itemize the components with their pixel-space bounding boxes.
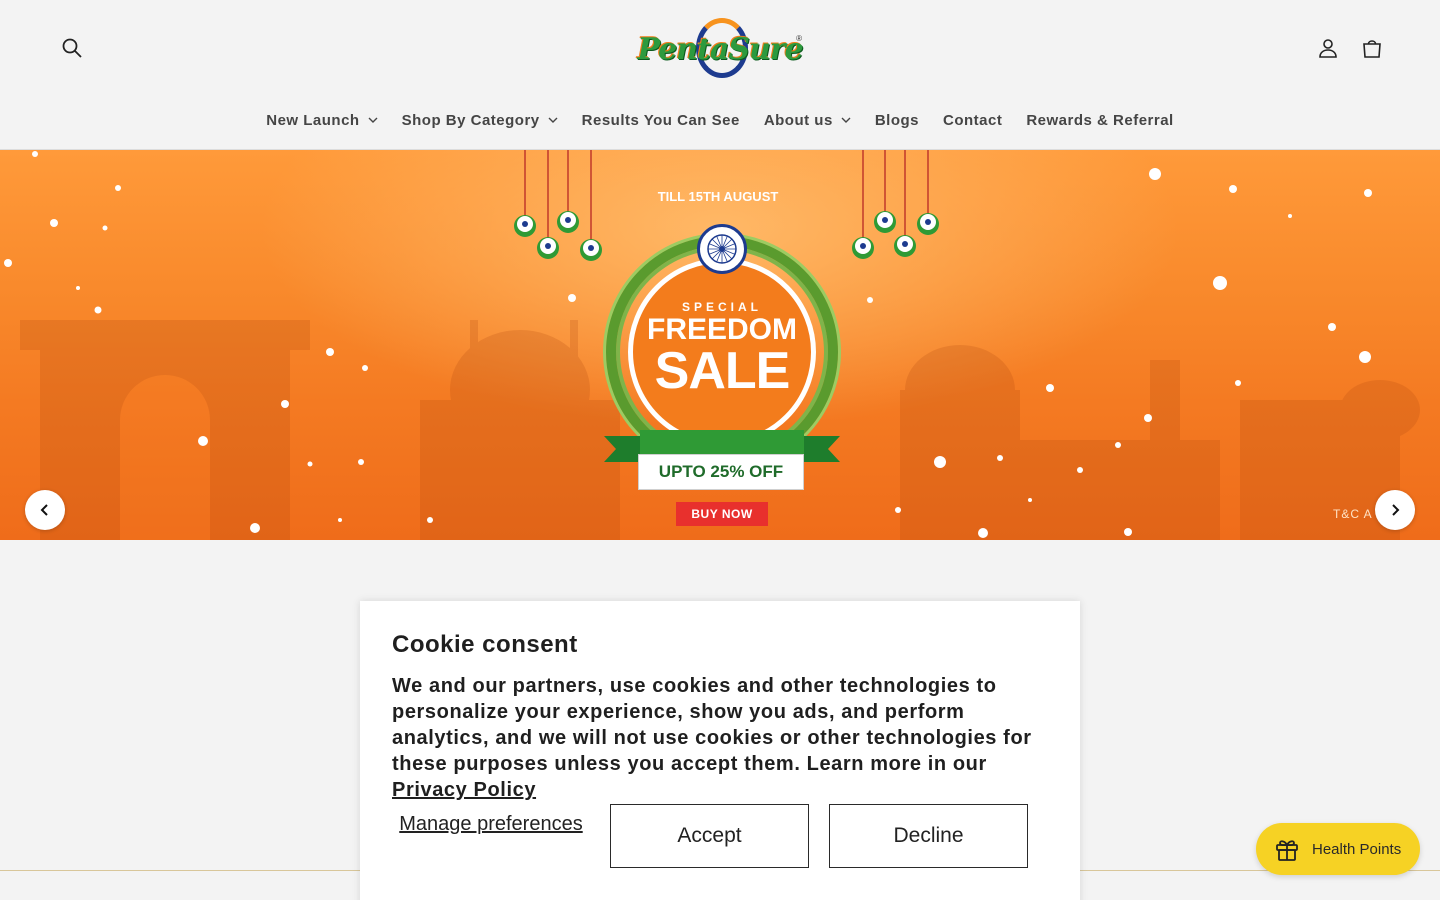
badge-circle: SPECIAL FREEDOM SALE: [628, 258, 816, 446]
hero-banner[interactable]: SPECIAL FREEDOM SALE TILL 15TH AUGUST UP: [0, 150, 1440, 540]
user-icon[interactable]: [1306, 26, 1350, 70]
main-nav: New Launch Shop By Category Results You …: [0, 100, 1440, 140]
cookie-body-text: We and our partners, use cookies and oth…: [392, 675, 1032, 775]
discount-text: UPTO 25% OFF: [638, 454, 804, 490]
health-points-button[interactable]: Health Points: [1256, 823, 1420, 875]
nav-shop-by-category[interactable]: Shop By Category: [390, 100, 570, 140]
logo-text: PentaSure: [637, 31, 803, 67]
badge-sale-text: SALE: [654, 342, 791, 400]
site-logo[interactable]: PentaSure ®: [636, 16, 804, 82]
chevron-down-icon: [841, 115, 851, 125]
nav-label: Shop By Category: [401, 111, 540, 129]
nav-label: Blogs: [874, 111, 919, 129]
chevron-down-icon: [368, 115, 378, 125]
badge-special-text: SPECIAL: [681, 300, 762, 314]
gift-icon: [1274, 836, 1300, 862]
nav-label: New Launch: [266, 111, 360, 129]
logo-registered-mark: ®: [796, 34, 802, 43]
nav-label: Rewards & Referral: [1026, 111, 1174, 129]
nav-results[interactable]: Results You Can See: [570, 100, 752, 140]
nav-new-launch[interactable]: New Launch: [254, 100, 389, 140]
nav-label: About us: [763, 111, 833, 129]
nav-label: Contact: [942, 111, 1003, 129]
decline-button[interactable]: Decline: [829, 804, 1028, 868]
cart-icon[interactable]: [1350, 26, 1394, 70]
manage-preferences-link[interactable]: Manage preferences: [392, 812, 590, 836]
terms-text: T&C A: [1333, 507, 1373, 521]
search-icon[interactable]: [50, 26, 94, 70]
accept-button[interactable]: Accept: [610, 804, 809, 868]
freedom-sale-badge: SPECIAL FREEDOM SALE TILL 15TH AUGUST UP: [600, 178, 844, 538]
cookie-consent-dialog: Cookie consent We and our partners, use …: [360, 601, 1080, 900]
chevron-right-icon: [1392, 504, 1400, 516]
site-header: PentaSure ® New Launch Shop By Category …: [0, 0, 1440, 150]
buy-now-button[interactable]: BUY NOW: [676, 502, 768, 526]
cookie-title: Cookie consent: [392, 631, 578, 658]
chevron-down-icon: [548, 115, 558, 125]
slide-next-button[interactable]: [1375, 490, 1415, 530]
privacy-policy-link[interactable]: Privacy Policy: [392, 779, 536, 801]
till-date-text: TILL 15TH AUGUST: [657, 188, 779, 204]
cookie-actions: Manage preferences Accept Decline: [392, 804, 1048, 868]
health-points-label: Health Points: [1312, 840, 1402, 858]
nav-about-us[interactable]: About us: [752, 100, 863, 140]
chevron-left-icon: [40, 504, 48, 516]
ashoka-chakra-icon: [697, 224, 747, 274]
nav-contact[interactable]: Contact: [931, 100, 1014, 140]
nav-rewards-referral[interactable]: Rewards & Referral: [1014, 100, 1185, 140]
left-garland-decoration: [514, 150, 602, 261]
cookie-description: We and our partners, use cookies and oth…: [392, 673, 1052, 803]
nav-blogs[interactable]: Blogs: [863, 100, 931, 140]
right-garland-decoration: [852, 150, 939, 259]
nav-label: Results You Can See: [581, 111, 740, 129]
slide-prev-button[interactable]: [25, 490, 65, 530]
